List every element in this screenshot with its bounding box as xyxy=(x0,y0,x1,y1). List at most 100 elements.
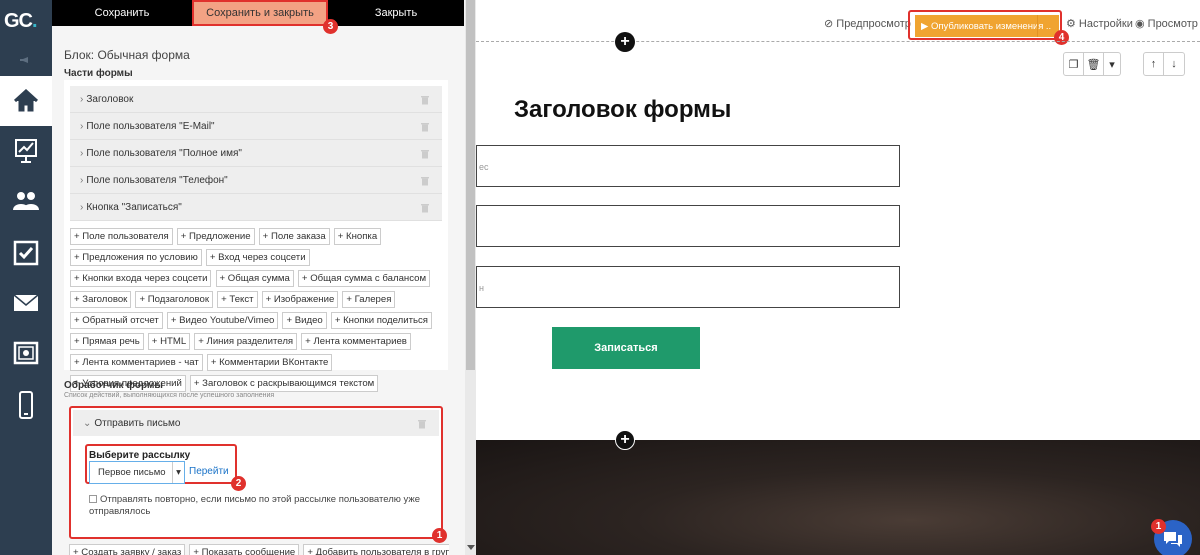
send-letter-row[interactable]: ⌄ Отправить письмо xyxy=(73,410,439,436)
add-part-button[interactable]: + Кнопки поделиться xyxy=(330,312,432,329)
step-badge-1: 1 xyxy=(432,528,447,543)
save-button[interactable]: Сохранить xyxy=(52,0,192,26)
block-tools-group: ❐ 🗑 ▾ xyxy=(1063,52,1121,76)
add-part-button[interactable]: + Поле пользователя xyxy=(70,228,173,245)
trash-icon[interactable] xyxy=(420,202,430,213)
form-part-label: Поле пользователя "Полное имя" xyxy=(86,147,242,159)
form-part-row[interactable]: › Поле пользователя "Телефон" xyxy=(70,167,442,194)
play-icon: ▶ xyxy=(921,20,931,32)
chevron-right-icon: › xyxy=(80,147,84,159)
add-action-button[interactable]: + Показать сообщение xyxy=(189,544,300,555)
users-icon xyxy=(13,192,39,210)
add-part-button[interactable]: + Кнопка xyxy=(333,228,382,245)
trash-icon[interactable]: 🗑 xyxy=(1084,53,1104,75)
mailing-label: Выберите рассылку xyxy=(89,450,191,461)
email-field[interactable]: ес xyxy=(476,145,900,187)
add-part-button[interactable]: + Прямая речь xyxy=(70,333,144,350)
add-part-button[interactable]: + Вход через соцсети xyxy=(205,249,310,266)
add-part-button[interactable]: + Предложения по условию xyxy=(70,249,202,266)
add-part-button[interactable]: + Поле заказа xyxy=(258,228,330,245)
scroll-down-arrow-icon[interactable] xyxy=(467,545,475,550)
add-part-button[interactable]: + Общая сумма xyxy=(215,270,294,287)
panel-scrollbar[interactable] xyxy=(465,0,476,555)
block-move-group: ↑ ↓ xyxy=(1143,52,1185,76)
add-part-button[interactable]: + Общая сумма с балансом xyxy=(297,270,431,287)
add-part-button[interactable]: + Обратный отсчет xyxy=(70,312,163,329)
add-part-button[interactable]: + Галерея xyxy=(342,291,396,308)
form-part-label: Поле пользователя "E-Mail" xyxy=(86,120,215,132)
add-part-button[interactable]: + Видео Youtube/Vimeo xyxy=(166,312,279,329)
step-badge-3: 3 xyxy=(323,19,338,34)
mail-icon xyxy=(13,294,39,311)
settings-label: Настройки xyxy=(1078,18,1133,30)
step-badge-4: 4 xyxy=(1054,30,1069,45)
add-part-button[interactable]: + Комментарии ВКонтакте xyxy=(206,354,333,371)
caret-down-icon[interactable]: ▾ xyxy=(1104,53,1120,75)
rail-item-sales[interactable] xyxy=(0,328,52,378)
chevron-right-icon: › xyxy=(80,93,84,105)
trash-icon[interactable] xyxy=(420,121,430,132)
chevron-right-icon: › xyxy=(80,120,84,132)
gear-icon: ⚙ xyxy=(1066,18,1079,30)
add-block-icon[interactable]: + xyxy=(615,430,635,450)
settings-link[interactable]: ⚙ Настройки xyxy=(1066,17,1133,30)
add-part-button[interactable]: + Лента комментариев - чат xyxy=(70,354,203,371)
rail-item-mobile[interactable] xyxy=(0,380,52,430)
add-part-button[interactable]: + Подзаголовок xyxy=(135,291,214,308)
rail-item-tasks[interactable] xyxy=(0,228,52,278)
chat-icon xyxy=(1164,532,1182,547)
view-link[interactable]: ◉ Просмотр xyxy=(1135,17,1198,30)
rail-item-users[interactable] xyxy=(0,176,52,226)
add-part-button[interactable]: + Предложение xyxy=(176,228,255,245)
add-part-button[interactable]: + Линия разделителя xyxy=(194,333,298,350)
trash-icon[interactable] xyxy=(417,418,427,429)
form-part-row[interactable]: › Поле пользователя "E-Mail" xyxy=(70,113,442,140)
add-part-buttons: + Поле пользователя + Предложение + Поле… xyxy=(70,228,442,396)
subscribe-button[interactable]: Записаться xyxy=(552,327,700,369)
publish-label: Опубликовать изменения xyxy=(930,20,1044,32)
add-part-button[interactable]: + Изображение xyxy=(261,291,339,308)
logo-text: GC xyxy=(4,10,33,32)
add-part-button[interactable]: + Кнопки входа через соцсети xyxy=(70,270,212,287)
add-action-button[interactable]: + Создать заявку / заказ xyxy=(69,544,186,555)
full-name-field[interactable] xyxy=(476,205,900,247)
form-part-row[interactable]: › Кнопка "Записаться" xyxy=(70,194,442,221)
resend-option[interactable]: Отправлять повторно, если письмо по этой… xyxy=(89,494,429,518)
logo[interactable]: GC. xyxy=(4,10,48,44)
phone-field[interactable]: н xyxy=(476,266,900,308)
add-block-icon[interactable]: + xyxy=(615,32,635,52)
send-letter-action: ⌄ Отправить письмо Выберите рассылку Перв… xyxy=(69,406,443,539)
form-handler-heading: Обработчик формы xyxy=(64,380,163,391)
trash-icon[interactable] xyxy=(420,175,430,186)
resend-checkbox[interactable] xyxy=(89,495,97,503)
form-part-row[interactable]: › Поле пользователя "Полное имя" xyxy=(70,140,442,167)
trash-icon[interactable] xyxy=(420,94,430,105)
arrow-up-icon[interactable]: ↑ xyxy=(1144,53,1164,75)
save-and-close-button[interactable]: Сохранить и закрыть xyxy=(192,0,328,26)
close-button[interactable]: Закрыть xyxy=(328,0,464,26)
trash-icon[interactable] xyxy=(420,148,430,159)
add-part-button[interactable]: + Заголовок с раскрывающимся текстом xyxy=(189,375,379,392)
copy-icon[interactable]: ❐ xyxy=(1064,53,1084,75)
main-nav-rail: GC. xyxy=(0,0,52,555)
scrollbar-thumb[interactable] xyxy=(466,0,475,370)
add-part-button[interactable]: + Видео xyxy=(282,312,327,329)
rail-item-home[interactable] xyxy=(0,76,52,126)
add-part-button[interactable]: + Лента комментариев xyxy=(301,333,411,350)
logo-dot: . xyxy=(32,10,37,32)
add-part-button[interactable]: + Заголовок xyxy=(70,291,132,308)
mailing-select[interactable]: Первое письмо ▾ xyxy=(89,461,185,484)
arrow-down-icon[interactable]: ↓ xyxy=(1164,53,1184,75)
add-part-button[interactable]: + Текст xyxy=(217,291,258,308)
rail-item-statistics[interactable] xyxy=(0,126,52,176)
add-part-button[interactable]: + HTML xyxy=(147,333,191,350)
block-settings-panel: Сохранить Сохранить и закрыть Закрыть 3 … xyxy=(52,0,476,555)
chevron-right-icon: › xyxy=(80,174,84,186)
publish-button[interactable]: ▶ Опубликовать изменения.. xyxy=(915,15,1059,37)
send-letter-label: Отправить письмо xyxy=(94,417,181,429)
form-part-row[interactable]: › Заголовок xyxy=(70,86,442,113)
add-action-button[interactable]: + Добавить пользователя в группу xyxy=(303,544,449,555)
preview-link[interactable]: ⊘ Предпросмотр xyxy=(824,17,911,30)
rail-item-mail[interactable] xyxy=(0,278,52,328)
mailing-go-link[interactable]: Перейти xyxy=(189,466,229,477)
